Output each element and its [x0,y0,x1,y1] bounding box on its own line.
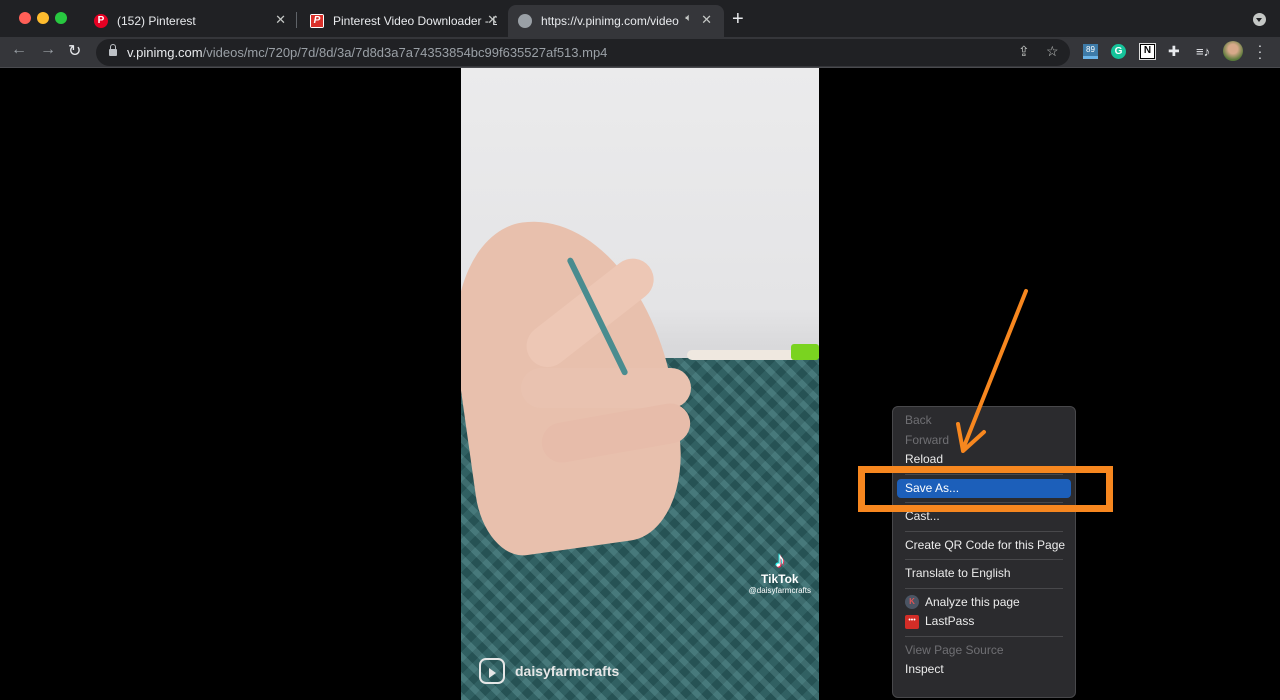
forward-arrow-icon[interactable]: → [40,41,56,59]
tiktok-watermark: ♪ TikTok @daisyfarmcrafts [748,547,811,596]
tab-video-active[interactable]: https://v.pinimg.com/video 🔈︎ ✕ [508,5,724,37]
tab-pinterest-video-downloader[interactable]: Pinterest Video Downloader - D ✕ [300,5,504,37]
menu-separator [905,587,1063,589]
video-player[interactable]: ♪ TikTok @daisyfarmcrafts daisyfarmcraft… [461,68,819,700]
tab-title: https://v.pinimg.com/video [541,14,679,28]
menu-separator [905,559,1063,560]
toolbar: ← → ↻ v.pinimg.com/videos/mc/720p/7d/8d/… [0,37,1280,68]
reload-icon[interactable]: ↻ [68,41,81,61]
menu-item-lastpass[interactable]: ••• LastPass [893,612,1075,632]
close-tab-icon[interactable]: ✕ [487,12,498,28]
menu-item-cast[interactable]: Cast... [893,507,1075,527]
reels-watermark: daisyfarmcrafts [479,658,619,684]
menu-item-reload[interactable]: Reload [893,450,1075,470]
ext-89-icon[interactable]: 89 [1083,44,1098,59]
media-control-icon[interactable]: ≡♪ [1196,44,1211,59]
url-text[interactable]: v.pinimg.com/videos/mc/720p/7d/8d/3a/7d8… [127,45,607,60]
menu-separator [905,530,1063,532]
minimize-window-button[interactable] [37,12,49,24]
menu-item-label: Analyze this page [925,594,1020,609]
globe-icon [518,14,532,28]
reels-username: daisyfarmcrafts [515,663,620,679]
tab-title: (152) Pinterest [117,14,196,28]
close-tab-icon[interactable]: ✕ [701,12,712,28]
middle-finger [521,368,691,408]
tab-strip: P (152) Pinterest ✕ Pinterest Video Down… [0,0,1280,37]
context-menu: Back Forward Reload Save As... Cast... C… [892,406,1076,698]
menu-separator [905,473,1063,475]
menu-item-save-as[interactable]: Save As... [897,478,1071,498]
bookmark-star-icon[interactable]: ☆ [1046,43,1059,60]
tiktok-logo-icon: ♪ [774,547,786,572]
speaker-icon[interactable]: 🔈︎ [685,12,692,25]
menu-item-translate[interactable]: Translate to English [893,564,1075,584]
k-extension-icon: K [905,595,919,610]
grammarly-icon[interactable]: G [1111,44,1126,59]
menu-item-inspect[interactable]: Inspect [893,660,1075,680]
tab-pinterest[interactable]: P (152) Pinterest ✕ [84,5,296,37]
page-content: ♪ TikTok @daisyfarmcrafts daisyfarmcraft… [0,68,1280,700]
menu-item-label: LastPass [925,614,975,628]
tab-title: Pinterest Video Downloader - D [333,14,497,28]
crochet-hook-handle [791,344,819,360]
profile-avatar[interactable] [1223,41,1243,61]
menu-item-view-page-source: View Page Source [905,642,1004,657]
extensions-puzzle-icon[interactable]: ✚ [1168,44,1183,59]
tiktok-handle: @daisyfarmcrafts [748,586,811,595]
more-menu-icon[interactable]: · · · [1256,38,1264,64]
menu-item-analyze-page[interactable]: K Analyze this page [893,593,1075,613]
notion-icon[interactable]: N [1139,43,1156,60]
new-tab-button[interactable]: + [732,8,744,31]
menu-item-create-qr-code[interactable]: Create QR Code for this Page [893,536,1075,556]
lastpass-icon: ••• [905,614,919,629]
address-bar[interactable]: v.pinimg.com/videos/mc/720p/7d/8d/3a/7d8… [96,39,1070,66]
menu-item-forward: Forward [905,432,950,447]
tab-separator [296,12,297,28]
menu-separator [905,502,1063,503]
menu-separator [905,635,1063,637]
close-window-button[interactable] [19,12,31,24]
lock-icon[interactable] [109,44,117,56]
close-tab-icon[interactable]: ✕ [275,12,286,28]
fullscreen-window-button[interactable] [55,12,67,24]
reels-icon [479,658,505,684]
menu-item-back: Back [905,413,932,427]
share-icon[interactable]: ⇪ [1018,43,1030,60]
back-arrow-icon[interactable]: ← [11,41,27,59]
tab-search-icon[interactable] [1253,13,1266,26]
pinterest-icon: P [94,14,108,28]
tiktok-brand: TikTok [761,572,799,586]
pinterest-video-downloader-icon [310,14,324,28]
